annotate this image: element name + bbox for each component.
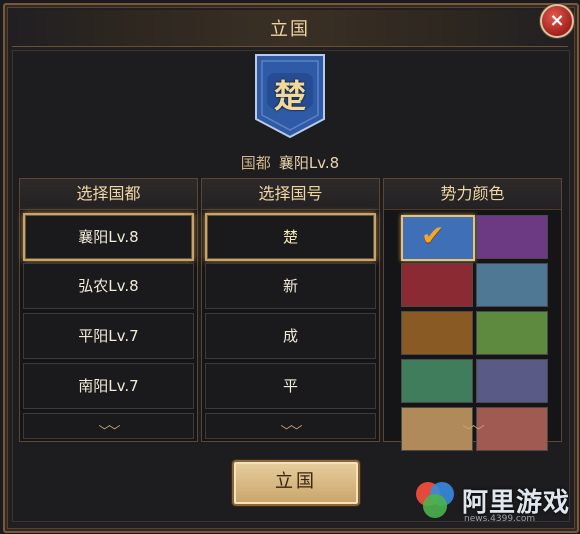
color-swatch[interactable] [476, 263, 548, 307]
name-option-label: 楚 [282, 228, 298, 246]
capital-option-3[interactable]: 平阳Lv.7 [23, 313, 194, 359]
capital-value: 襄阳Lv.8 [278, 154, 340, 172]
name-option-label: 新 [282, 277, 298, 295]
capital-column: 选择国都 襄阳Lv.8 弘农Lv.8 平阳Lv.7 南阳Lv.7 ﹀﹀ [19, 178, 198, 442]
name-column: 选择国号 楚 新 成 平 ﹀﹀ [201, 178, 380, 442]
dialog-title: 立国 [270, 19, 310, 40]
name-option-label: 平 [282, 377, 298, 395]
nation-emblem: 楚 [253, 53, 327, 139]
color-swatch[interactable] [476, 359, 548, 403]
watermark: 阿里游戏 news.4399.com [410, 474, 580, 530]
scroll-down-icon[interactable]: ﹀﹀ [202, 422, 379, 439]
name-option-1[interactable]: 楚 [205, 213, 376, 261]
name-option-3[interactable]: 成 [205, 313, 376, 359]
name-option-4[interactable]: 平 [205, 363, 376, 409]
capital-option-2[interactable]: 弘农Lv.8 [23, 263, 194, 309]
color-swatch[interactable] [401, 263, 473, 307]
watermark-logo-icon [416, 482, 454, 518]
capital-option-label: 平阳Lv.7 [78, 327, 139, 345]
confirm-button[interactable]: 立国 [232, 460, 360, 506]
capital-option-label: 襄阳Lv.8 [78, 228, 139, 246]
emblem-character: 楚 [273, 77, 306, 115]
color-swatch[interactable] [401, 311, 473, 355]
scroll-down-icon[interactable]: ﹀﹀ [20, 422, 197, 439]
capital-option-1[interactable]: 襄阳Lv.8 [23, 213, 194, 261]
checkmark-icon: ✔ [421, 219, 445, 252]
capital-option-label: 南阳Lv.7 [78, 377, 139, 395]
name-option-label: 成 [282, 327, 298, 345]
color-column: 势力颜色 ✔ ﹀﹀ [383, 178, 562, 451]
capital-option-4[interactable]: 南阳Lv.7 [23, 363, 194, 409]
color-swatch[interactable] [401, 359, 473, 403]
close-button[interactable]: × [540, 4, 574, 38]
color-swatch[interactable] [476, 311, 548, 355]
watermark-subtext: news.4399.com [464, 514, 536, 524]
scroll-down-icon[interactable]: ﹀﹀ [384, 422, 561, 439]
name-option-2[interactable]: 新 [205, 263, 376, 309]
capital-column-header: 选择国都 [20, 179, 197, 210]
capital-info: 国都 襄阳Lv.8 [0, 152, 580, 173]
capital-label: 国都 [240, 154, 271, 172]
capital-option-label: 弘农Lv.8 [78, 277, 139, 295]
name-column-header: 选择国号 [202, 179, 379, 210]
color-column-header: 势力颜色 [384, 179, 561, 210]
color-swatch[interactable] [476, 215, 548, 259]
color-swatch[interactable]: ✔ [401, 215, 475, 261]
